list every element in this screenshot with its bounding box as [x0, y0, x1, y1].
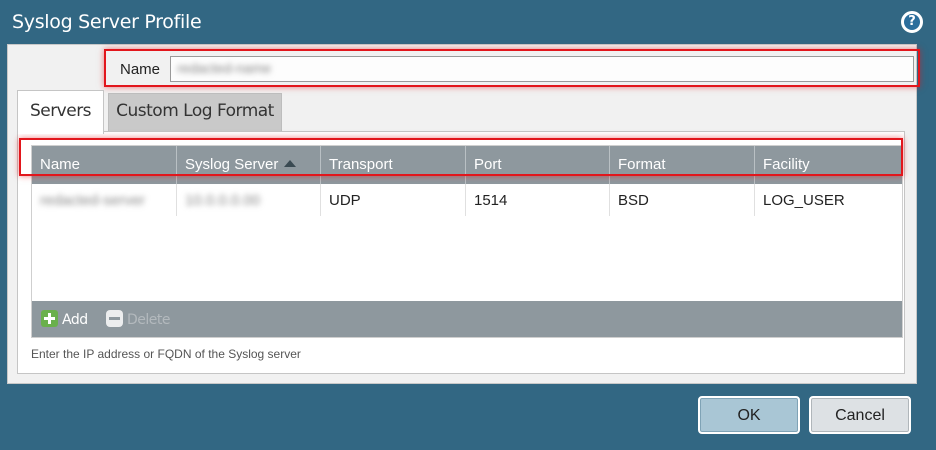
column-header-label: Name	[40, 156, 81, 173]
cell-name[interactable]: redacted-server	[32, 184, 177, 216]
sort-ascending-icon	[284, 160, 297, 167]
help-icon-glyph: ?	[904, 14, 920, 30]
tab-custom-log-format[interactable]: Custom Log Format	[108, 93, 282, 132]
column-header-port[interactable]: Port	[466, 146, 610, 184]
grid-header: Name Syslog Server Transport Port Format	[32, 146, 902, 184]
delete-button-label: Delete	[127, 312, 171, 328]
cell-transport[interactable]: UDP	[321, 184, 466, 216]
column-header-label: Transport	[329, 156, 393, 173]
cell-format[interactable]: BSD	[610, 184, 755, 216]
name-field[interactable]: redacted-name	[170, 56, 914, 82]
cell-syslog-server-value: 10.0.0.0.00	[185, 192, 261, 209]
add-button-label: Add	[62, 312, 88, 328]
column-header-format[interactable]: Format	[610, 146, 755, 184]
add-button[interactable]: Add	[41, 310, 88, 328]
servers-grid: Name Syslog Server Transport Port Format	[31, 145, 903, 338]
servers-panel: Name Syslog Server Transport Port Format	[17, 131, 905, 374]
column-header-label: Format	[618, 156, 666, 173]
name-field-value: redacted-name	[177, 60, 272, 76]
delete-button[interactable]: Delete	[106, 310, 171, 328]
cell-facility[interactable]: LOG_USER	[755, 184, 902, 216]
cell-port[interactable]: 1514	[466, 184, 610, 216]
plus-icon	[41, 310, 58, 327]
column-header-name[interactable]: Name	[32, 146, 177, 184]
table-row[interactable]: redacted-server 10.0.0.0.00 UDP 1514 BSD…	[32, 184, 902, 216]
column-header-facility[interactable]: Facility	[755, 146, 902, 184]
cell-syslog-server[interactable]: 10.0.0.0.00	[177, 184, 321, 216]
name-label: Name	[120, 61, 161, 78]
cell-name-value: redacted-server	[40, 192, 146, 209]
help-icon[interactable]: ?	[901, 11, 923, 33]
minus-icon	[106, 310, 123, 327]
column-header-label: Syslog Server	[185, 156, 279, 173]
hint-text: Enter the IP address or FQDN of the Sysl…	[31, 347, 301, 361]
name-row-highlight: Name redacted-name	[104, 49, 920, 87]
dialog-title: Syslog Server Profile	[12, 11, 202, 33]
column-header-label: Facility	[763, 156, 810, 173]
title-bar: Syslog Server Profile ?	[0, 0, 936, 44]
column-header-syslog-server[interactable]: Syslog Server	[177, 146, 321, 184]
column-header-label: Port	[474, 156, 502, 173]
syslog-server-profile-dialog: Syslog Server Profile ? Name redacted-na…	[0, 0, 936, 450]
column-header-transport[interactable]: Transport	[321, 146, 466, 184]
tab-servers[interactable]: Servers	[17, 90, 104, 134]
dialog-content: Name redacted-name Servers Custom Log Fo…	[7, 44, 920, 384]
ok-button[interactable]: OK	[698, 396, 800, 434]
grid-toolbar: Add Delete	[32, 301, 902, 337]
cancel-button[interactable]: Cancel	[809, 396, 911, 434]
